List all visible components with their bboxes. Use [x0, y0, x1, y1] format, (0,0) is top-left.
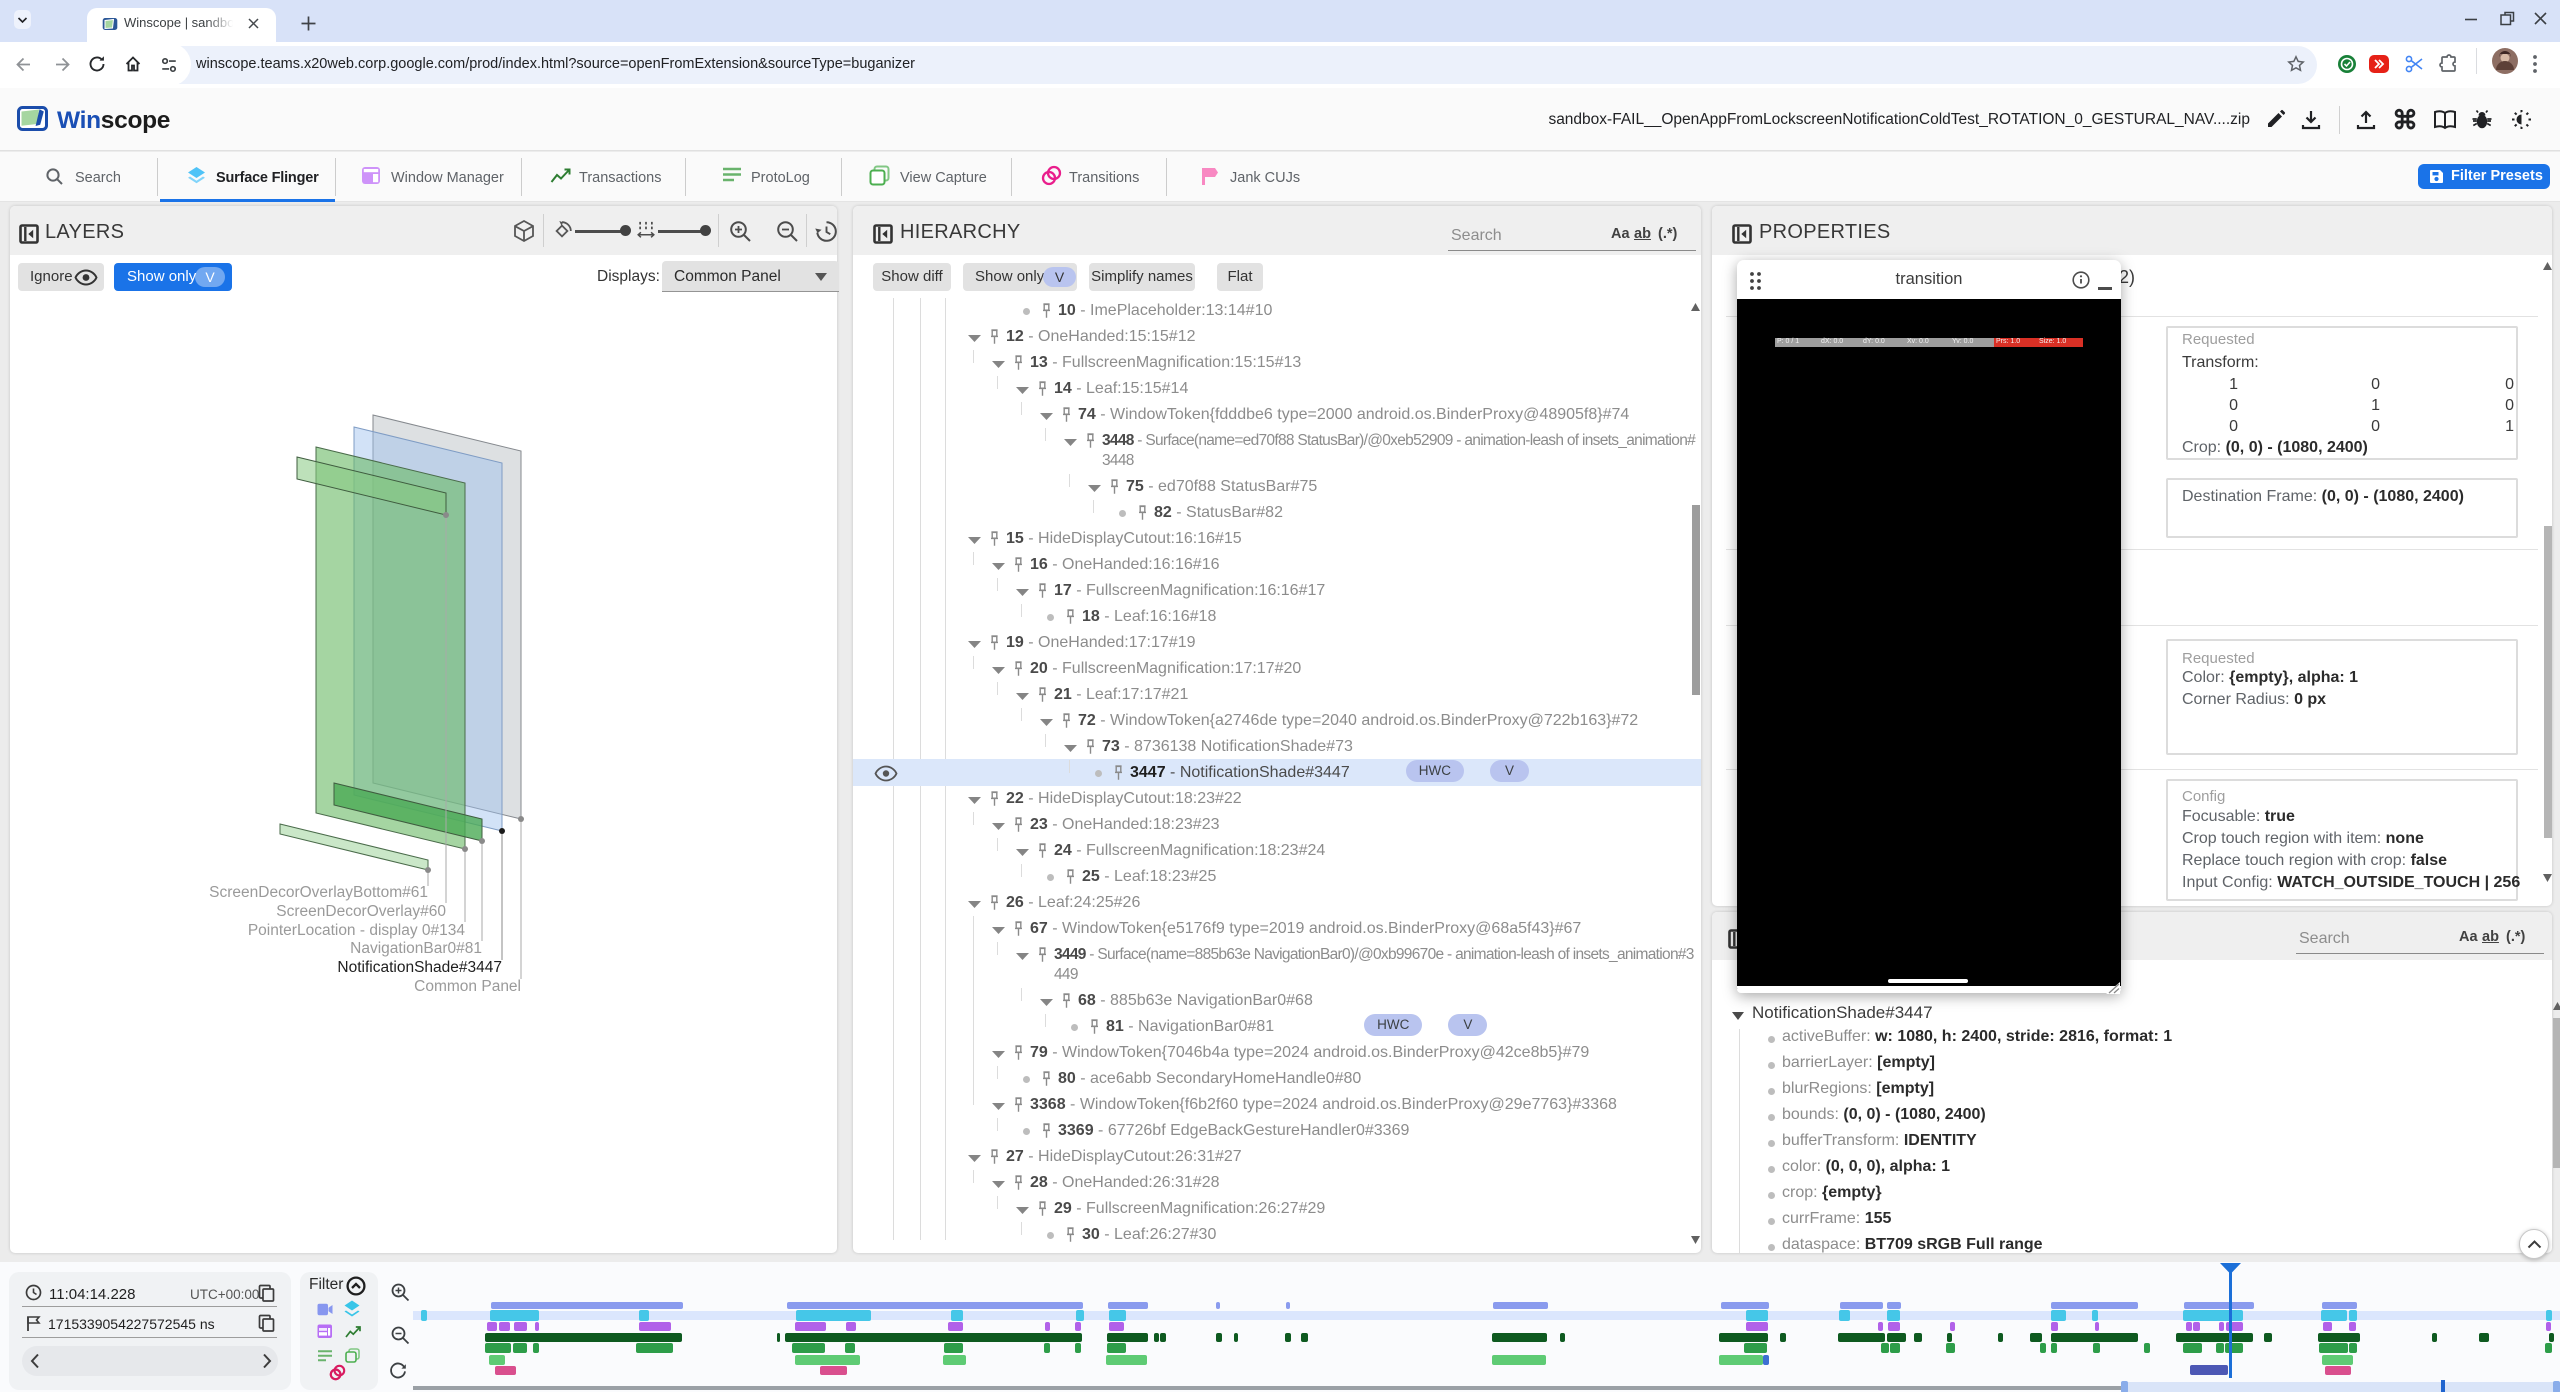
- svg-text:Common Panel: Common Panel: [414, 978, 521, 995]
- svg-text:ScreenDecorOverlayBottom#61: ScreenDecorOverlayBottom#61: [209, 884, 428, 901]
- svg-text:NavigationBar0#81: NavigationBar0#81: [350, 940, 482, 957]
- svg-text:PointerLocation - display 0#13: PointerLocation - display 0#134: [248, 922, 466, 939]
- svg-text:NotificationShade#3447: NotificationShade#3447: [337, 959, 502, 976]
- svg-text:ScreenDecorOverlay#60: ScreenDecorOverlay#60: [276, 903, 446, 920]
